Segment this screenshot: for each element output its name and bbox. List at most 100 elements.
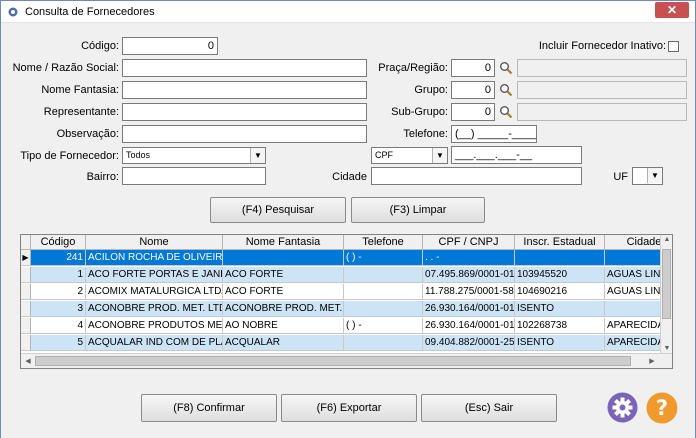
row-indicator: [21, 267, 31, 283]
chevron-down-icon[interactable]: ▼: [647, 168, 662, 183]
cell-inscricao: 102268738: [515, 318, 605, 334]
cell-telefone: [344, 267, 423, 283]
table-row[interactable]: 2ACOMIX MATALURGICA LTDA MEACO FORTE 11.7…: [21, 284, 672, 300]
cell-cpf-cnpj: 09.404.882/0001-25: [423, 335, 515, 351]
help-icon[interactable]: ?: [646, 392, 678, 424]
codigo-input[interactable]: 0: [122, 37, 218, 55]
doc-type-select[interactable]: CPF ▼: [371, 147, 448, 164]
scroll-right-icon[interactable]: ▶: [646, 357, 658, 365]
cell-inscricao: [515, 250, 605, 266]
observacao-input[interactable]: [122, 125, 367, 143]
row-indicator: ▶: [21, 250, 31, 266]
title-bar: Consulta de Fornecedores ✕: [1, 1, 695, 23]
representante-input[interactable]: [122, 103, 367, 121]
vertical-scrollbar[interactable]: ▲ ▼: [660, 235, 672, 353]
subgrupo-input[interactable]: 0: [451, 103, 495, 121]
row-indicator: [21, 318, 31, 334]
cell-nome: ACO FORTE PORTAS E JANELAS: [86, 267, 223, 283]
table-row[interactable]: 1ACO FORTE PORTAS E JANELASACO FORTE 07.4…: [21, 267, 672, 283]
grupo-description: [517, 81, 687, 99]
cell-cpf-cnpj: 11.788.275/0001-58: [423, 284, 515, 300]
codigo-label: Código:: [81, 40, 119, 52]
fantasia-input[interactable]: [122, 81, 367, 99]
cell-telefone: ( ) -: [344, 250, 423, 266]
uf-label: UF: [613, 171, 628, 183]
cell-telefone: [344, 301, 423, 317]
table-row[interactable]: 4ACONOBRE PRODUTOS METALURGICOSAO NOBRE(…: [21, 318, 672, 334]
cidade-input[interactable]: [371, 167, 582, 185]
fantasia-label: Nome Fantasia:: [41, 84, 119, 96]
cell-codigo: 2: [31, 284, 86, 300]
exportar-button[interactable]: (F6) Exportar: [281, 394, 417, 422]
close-button[interactable]: ✕: [655, 2, 689, 18]
magnifier-icon[interactable]: [499, 61, 513, 75]
results-grid[interactable]: Código Nome Nome Fantasia Telefone CPF /…: [20, 234, 673, 369]
cidade-label: Cidade: [332, 171, 367, 183]
praca-input[interactable]: 0: [451, 59, 495, 77]
telefone-input[interactable]: (__) _____-____: [451, 125, 537, 143]
magnifier-icon[interactable]: [499, 83, 513, 97]
subgrupo-label: Sub-Grupo:: [391, 106, 448, 118]
incluir-inativo-checkbox[interactable]: [668, 41, 679, 52]
scroll-down-icon[interactable]: ▼: [661, 345, 672, 352]
col-header-inscricao[interactable]: Inscr. Estadual: [515, 235, 605, 250]
grupo-input[interactable]: 0: [451, 81, 495, 99]
horizontal-scrollbar[interactable]: ◀ ▶: [21, 353, 672, 368]
vertical-scroll-thumb[interactable]: [662, 249, 671, 319]
window-title: Consulta de Fornecedores: [25, 6, 155, 18]
cell-codigo: 241: [31, 250, 86, 266]
tipo-fornecedor-select[interactable]: Todos ▼: [122, 147, 266, 164]
cell-telefone: ( ) -: [344, 318, 423, 334]
grid-corner: [21, 235, 31, 250]
confirmar-button[interactable]: (F8) Confirmar: [141, 394, 277, 422]
chevron-down-icon[interactable]: ▼: [250, 148, 265, 163]
gear-icon[interactable]: [607, 392, 638, 423]
cell-nome: ACILON ROCHA DE OLIVEIRA: [86, 250, 223, 266]
col-header-fantasia[interactable]: Nome Fantasia: [223, 235, 344, 250]
horizontal-scroll-thumb[interactable]: [35, 356, 631, 366]
cell-fantasia: ACONOBRE PROD. MET. LTDA: [223, 301, 344, 317]
cell-fantasia: ACO FORTE: [223, 267, 344, 283]
scroll-left-icon[interactable]: ◀: [22, 357, 34, 365]
cell-telefone: [344, 284, 423, 300]
nome-input[interactable]: [122, 59, 367, 77]
consulta-fornecedores-window: Consulta de Fornecedores ✕ Código: 0 Inc…: [0, 0, 696, 438]
cell-fantasia: [223, 250, 344, 266]
doc-number-input[interactable]: ___.___.___-__: [451, 146, 582, 164]
bairro-label: Bairro:: [86, 171, 119, 183]
scroll-up-icon[interactable]: ▲: [661, 236, 672, 243]
uf-select[interactable]: ▼: [632, 167, 663, 185]
cell-fantasia: ACO FORTE: [223, 284, 344, 300]
telefone-label: Telefone:: [403, 128, 448, 140]
representante-label: Representante:: [43, 106, 119, 118]
col-header-nome[interactable]: Nome: [86, 235, 223, 250]
cell-fantasia: AO NOBRE: [223, 318, 344, 334]
col-header-cpf-cnpj[interactable]: CPF / CNPJ: [423, 235, 515, 250]
pesquisar-button[interactable]: (F4) Pesquisar: [210, 197, 346, 223]
magnifier-icon[interactable]: [499, 105, 513, 119]
sair-button[interactable]: (Esc) Sair: [421, 394, 557, 422]
col-header-codigo[interactable]: Código: [31, 235, 86, 250]
cell-inscricao: 104690216: [515, 284, 605, 300]
col-header-telefone[interactable]: Telefone: [344, 235, 423, 250]
bairro-input[interactable]: [122, 167, 266, 185]
chevron-down-icon[interactable]: ▼: [432, 148, 447, 163]
table-row[interactable]: 5ACQUALAR IND COM DE PLASTICOSACQUALAR 09…: [21, 335, 672, 351]
row-indicator: [21, 284, 31, 300]
cell-codigo: 5: [31, 335, 86, 351]
limpar-button[interactable]: (F3) Limpar: [351, 197, 485, 223]
cell-codigo: 4: [31, 318, 86, 334]
cell-cpf-cnpj: 26.930.164/0001-01: [423, 301, 515, 317]
cell-cpf-cnpj: 07.495.869/0001-01: [423, 267, 515, 283]
cell-inscricao: ISENTO: [515, 335, 605, 351]
table-row[interactable]: 3 ACONOBRE PROD. MET. LTDA ACONOBRE PROD. …: [21, 301, 672, 317]
subgrupo-description: [517, 103, 687, 121]
cell-inscricao: 103945520: [515, 267, 605, 283]
praca-label: Praça/Região:: [378, 62, 448, 74]
table-row[interactable]: ▶ 241 ACILON ROCHA DE OLIVEIRA ( ) -. . -: [21, 250, 672, 266]
cell-inscricao: ISENTO: [515, 301, 605, 317]
search-form: Código: 0 Incluir Fornecedor Inativo: No…: [1, 24, 695, 438]
row-indicator: [21, 301, 31, 317]
observacao-label: Observação:: [56, 128, 119, 140]
cell-nome: ACONOBRE PRODUTOS METALURGICOS: [86, 318, 223, 334]
